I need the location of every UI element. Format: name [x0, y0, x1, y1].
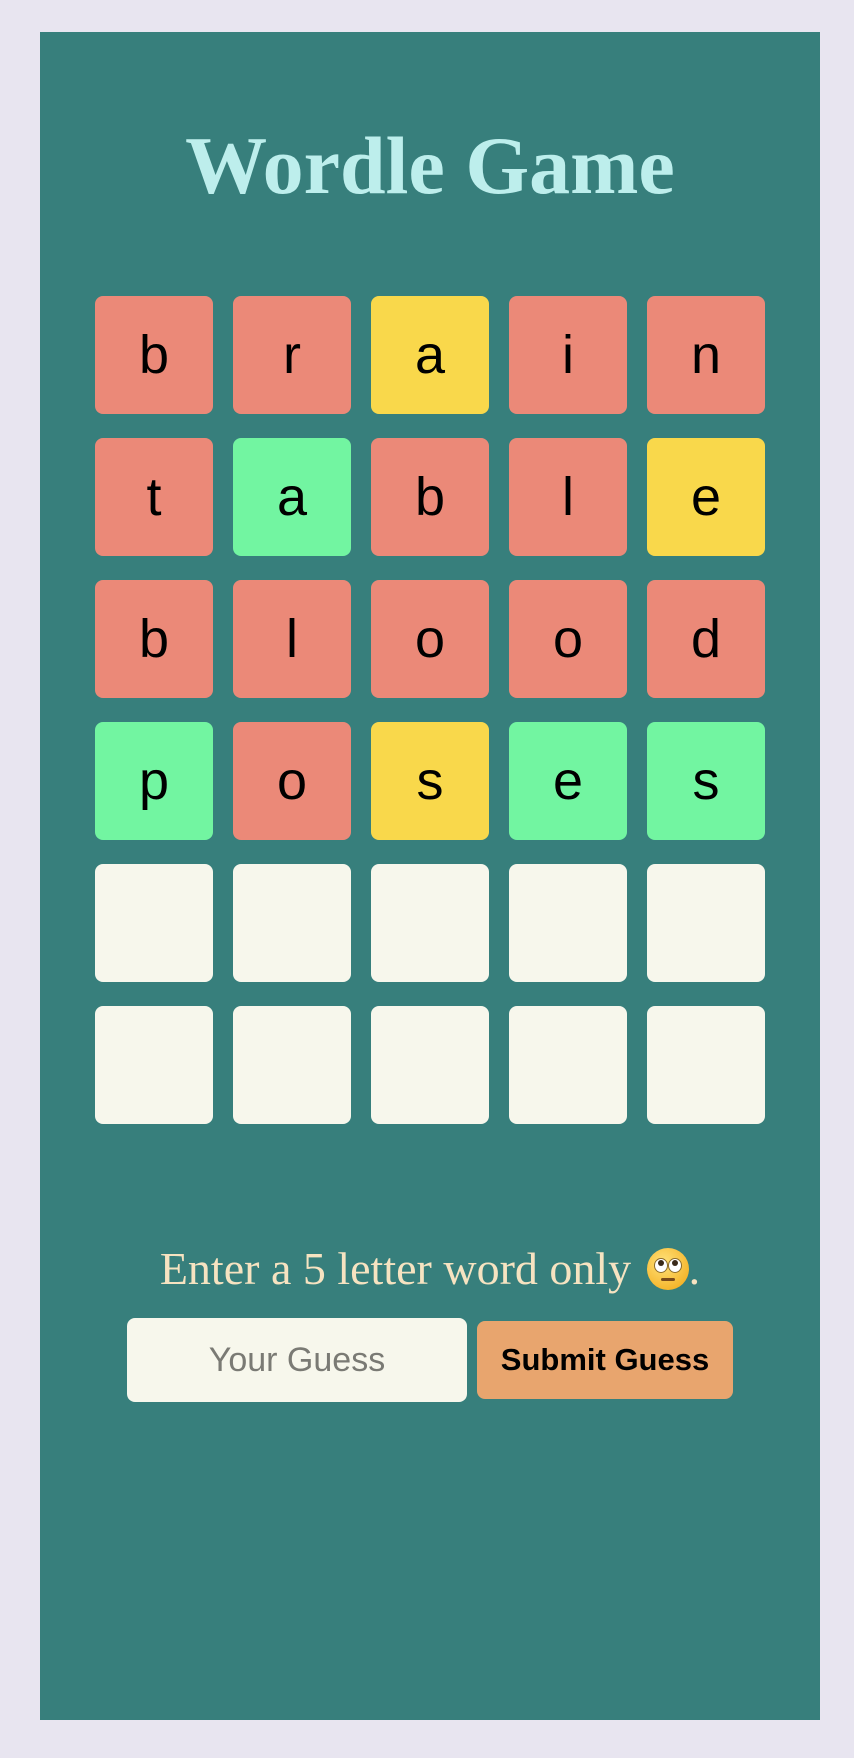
tile-r3-c4: o — [509, 580, 627, 698]
tile-r6-c1 — [95, 1006, 213, 1124]
tile-r1-c1: b — [95, 296, 213, 414]
tile-r5-c2 — [233, 864, 351, 982]
tile-r2-c4: l — [509, 438, 627, 556]
tile-r4-c3: s — [371, 722, 489, 840]
tile-r1-c4: i — [509, 296, 627, 414]
tile-r5-c5 — [647, 864, 765, 982]
tile-r4-c4: e — [509, 722, 627, 840]
tile-r1-c5: n — [647, 296, 765, 414]
tile-r5-c3 — [371, 864, 489, 982]
tile-r1-c2: r — [233, 296, 351, 414]
instruction-label: Enter a 5 letter word only — [159, 1243, 632, 1294]
tile-r2-c2: a — [233, 438, 351, 556]
tile-r4-c2: o — [233, 722, 351, 840]
instruction-suffix: . — [688, 1243, 701, 1294]
tile-r6-c4 — [509, 1006, 627, 1124]
tile-r6-c3 — [371, 1006, 489, 1124]
tile-r5-c4 — [509, 864, 627, 982]
tile-r2-c3: b — [371, 438, 489, 556]
game-board: braintablebloodposes — [95, 296, 765, 1124]
tile-r6-c2 — [233, 1006, 351, 1124]
tile-r4-c1: p — [95, 722, 213, 840]
tile-r1-c3: a — [371, 296, 489, 414]
page-title: Wordle Game — [185, 120, 675, 211]
tile-r3-c1: b — [95, 580, 213, 698]
tile-r2-c1: t — [95, 438, 213, 556]
tile-r3-c2: l — [233, 580, 351, 698]
tile-r4-c5: s — [647, 722, 765, 840]
tile-r5-c1 — [95, 864, 213, 982]
eye-roll-emoji-icon — [646, 1248, 689, 1290]
guess-input[interactable] — [127, 1318, 467, 1402]
tile-r6-c5 — [647, 1006, 765, 1124]
instruction-text: Enter a 5 letter word only . — [40, 1239, 820, 1299]
game-panel: Wordle Game braintablebloodposes Enter a… — [40, 32, 820, 1720]
tile-r3-c5: d — [647, 580, 765, 698]
tile-r3-c3: o — [371, 580, 489, 698]
tile-r2-c5: e — [647, 438, 765, 556]
submit-guess-button[interactable]: Submit Guess — [477, 1321, 733, 1399]
